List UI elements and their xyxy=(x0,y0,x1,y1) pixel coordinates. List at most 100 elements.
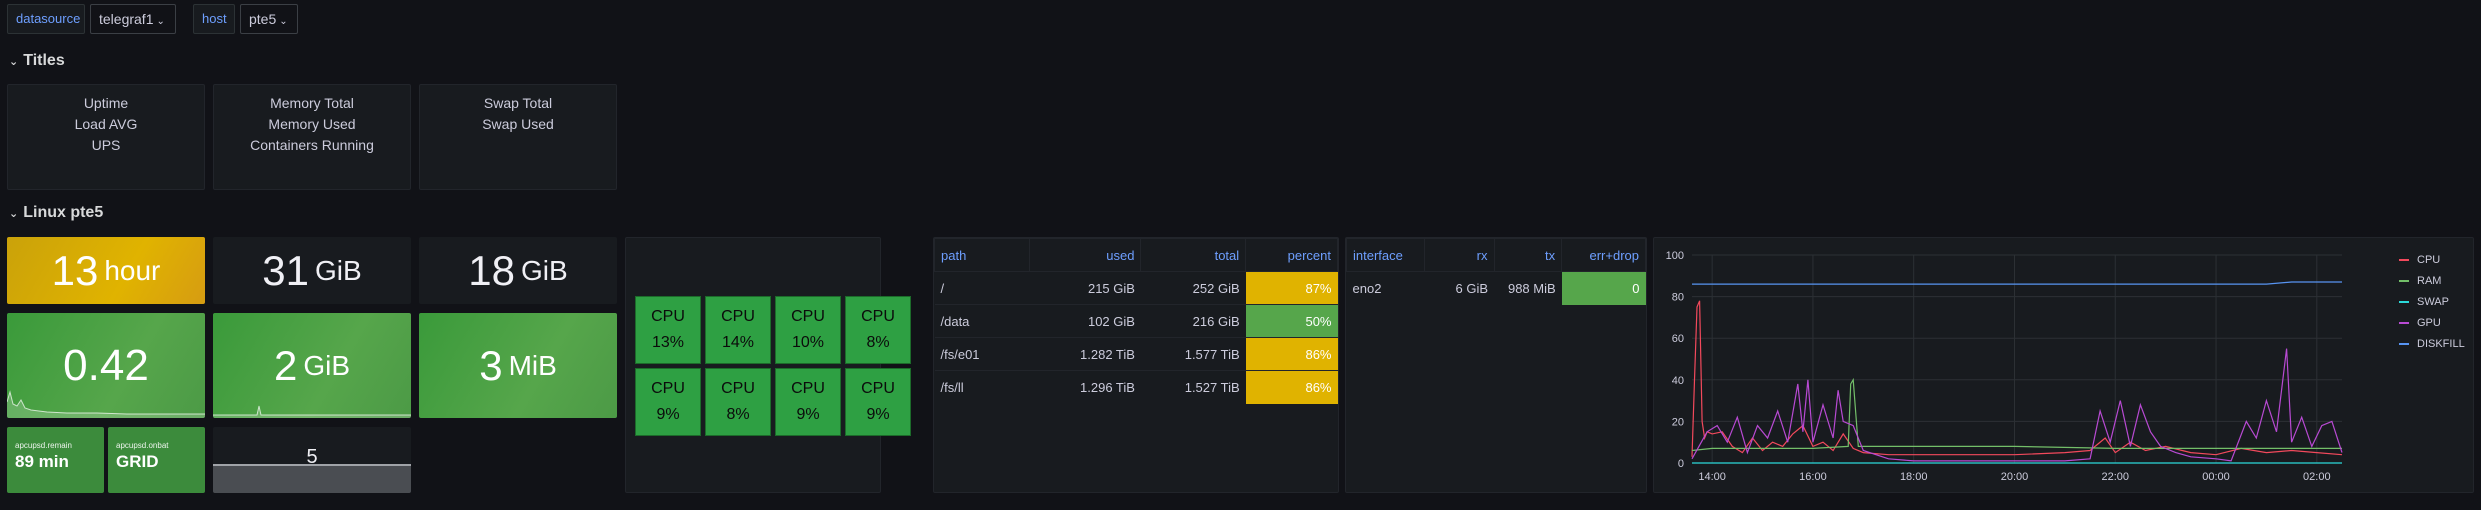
y-tick-label: 20 xyxy=(1672,416,1684,428)
stat-swap-used[interactable]: 3 MiB xyxy=(419,313,617,418)
cell-path: /data xyxy=(934,304,1030,338)
cell-tx: 988 MiB xyxy=(1494,271,1562,305)
cell-total: 252 GiB xyxy=(1140,271,1246,305)
ups-remain-label: apcupsd.remain xyxy=(15,441,72,450)
cpu-cell: CPU 9% xyxy=(635,368,701,436)
stat-memory-used-value: 2 xyxy=(273,341,298,389)
column-header-used[interactable]: used xyxy=(1028,238,1142,272)
title-ups: UPS xyxy=(91,137,121,153)
cpu-cell-label: CPU xyxy=(791,380,825,397)
legend-item-gpu[interactable]: GPU xyxy=(2399,317,2441,329)
disk-table-panel[interactable]: path used total percent /215 GiB 252 GiB 8… xyxy=(933,237,1339,493)
title-memory-used: Memory Used xyxy=(268,116,356,132)
column-header-rx[interactable]: rx xyxy=(1423,238,1495,272)
cell-used: 215 GiB xyxy=(1029,271,1141,305)
chart-legend: CPU RAM SWAP GPU DISKFILL xyxy=(2399,254,2473,374)
datasource-label: datasource xyxy=(7,4,85,34)
stat-memory-used[interactable]: 2 GiB xyxy=(213,313,411,418)
stat-ups-remain[interactable]: apcupsd.remain 89 min xyxy=(7,427,104,493)
stat-load-value: 0.42 xyxy=(63,340,149,390)
title-containers-running: Containers Running xyxy=(250,137,374,153)
network-table-panel[interactable]: interface rx tx err+drop eno2 6 GiB 988 … xyxy=(1345,237,1647,493)
datasource-select[interactable]: telegraf1 ⌄ xyxy=(90,4,176,34)
cell-used: 102 GiB xyxy=(1029,304,1141,338)
cpu-cell: CPU 9% xyxy=(775,368,841,436)
timeseries-panel[interactable]: 0 20 40 60 80 100 14:00 16:00 18:00 20:00 22:00 00:… xyxy=(1653,237,2474,493)
column-header-interface[interactable]: interface xyxy=(1346,238,1425,272)
stat-ups-onbat[interactable]: apcupsd.onbat GRID xyxy=(108,427,205,493)
host-select[interactable]: pte5 ⌄ xyxy=(240,4,298,34)
cell-total: 1.577 TiB xyxy=(1140,337,1246,371)
cpu-cell-value: 9% xyxy=(866,406,890,423)
x-tick-label: 00:00 xyxy=(2202,471,2230,483)
cell-percent: 87% xyxy=(1245,271,1338,305)
cell-path: /fs/e01 xyxy=(934,337,1030,371)
memory-sparkline xyxy=(213,405,411,418)
cpu-cell: CPU 10% xyxy=(775,296,841,364)
cell-interface: eno2 xyxy=(1346,271,1425,305)
legend-label: SWAP xyxy=(2417,296,2449,308)
cpu-cell: CPU 14% xyxy=(705,296,771,364)
cpu-cell-value: 13% xyxy=(651,334,685,351)
title-load-avg: Load AVG xyxy=(74,116,138,132)
row-linux[interactable]: ⌄ Linux pte5 xyxy=(9,204,103,222)
stat-swap-total[interactable]: 18 GiB xyxy=(419,237,617,304)
cpu-cell-label: CPU xyxy=(861,380,895,397)
cell-path: / xyxy=(934,271,1030,305)
x-tick-label: 02:00 xyxy=(2303,471,2331,483)
y-tick-label: 100 xyxy=(1666,250,1684,262)
x-tick-label: 22:00 xyxy=(2101,471,2129,483)
stat-containers-running[interactable]: 5 xyxy=(213,427,411,493)
cell-total: 216 GiB xyxy=(1140,304,1246,338)
row-titles[interactable]: ⌄ Titles xyxy=(9,52,65,70)
load-sparkline xyxy=(7,390,205,418)
series-line-diskfill xyxy=(1692,281,2342,285)
stat-swap-used-unit: MiB xyxy=(508,349,557,381)
table-row: /fs/ll 1.296 TiB 1.527 TiB 86% xyxy=(934,370,1338,404)
stat-memory-used-unit: GiB xyxy=(303,349,351,381)
cpu-cell-label: CPU xyxy=(861,308,895,325)
cell-percent: 86% xyxy=(1245,337,1338,371)
table-row: /fs/e01 1.282 TiB 1.577 TiB 86% xyxy=(934,337,1338,371)
cpu-cell: CPU 8% xyxy=(705,368,771,436)
chevron-down-icon: ⌄ xyxy=(9,208,19,220)
host-value: pte5 xyxy=(249,11,277,27)
legend-label: GPU xyxy=(2417,317,2441,329)
table-row: /215 GiB 252 GiB 87% xyxy=(934,271,1338,305)
column-header-tx[interactable]: tx xyxy=(1493,238,1563,272)
stat-memory-total-value: 31 xyxy=(262,246,310,294)
legend-item-cpu[interactable]: CPU xyxy=(2399,254,2440,266)
legend-swatch xyxy=(2399,322,2409,325)
cpu-cell-value: 9% xyxy=(796,406,820,423)
stat-uptime[interactable]: 13 hour xyxy=(7,237,205,304)
timeseries-chart: 0 20 40 60 80 100 14:00 16:00 18:00 20:00 22:00 00:… xyxy=(1666,250,2343,483)
legend-item-diskfill[interactable]: DISKFILL xyxy=(2399,338,2465,350)
stat-memory-total-unit: GiB xyxy=(315,254,362,286)
containers-value: 5 xyxy=(306,446,318,468)
ups-onbat-value: GRID xyxy=(116,452,159,471)
cpu-grid-panel[interactable]: CPU 13% CPU 14% CPU 10% CPU 8% CPU 9% CPU 8% CPU 9% CP… xyxy=(625,237,911,493)
title-panel-memory: Memory Total Memory Used Containers Runn… xyxy=(213,84,411,190)
x-tick-label: 14:00 xyxy=(1698,471,1726,483)
legend-item-swap[interactable]: SWAP xyxy=(2399,296,2449,308)
legend-item-ram[interactable]: RAM xyxy=(2399,275,2441,287)
stat-uptime-unit: hour xyxy=(104,254,161,286)
stat-uptime-value: 13 xyxy=(51,246,99,294)
cpu-cell: CPU 13% xyxy=(635,296,701,364)
cell-rx: 6 GiB xyxy=(1424,271,1494,305)
column-header-total[interactable]: total xyxy=(1140,238,1247,272)
series-line-gpu xyxy=(1691,348,2343,462)
stat-swap-total-unit: GiB xyxy=(521,254,568,286)
cell-total: 1.527 TiB xyxy=(1140,370,1246,404)
stat-load-avg[interactable]: 0.42 xyxy=(7,313,205,418)
legend-label: RAM xyxy=(2417,275,2442,287)
stat-memory-total[interactable]: 31 GiB xyxy=(213,237,411,304)
column-header-errdrop[interactable]: err+drop xyxy=(1561,238,1646,272)
column-header-path[interactable]: path xyxy=(934,238,1030,272)
table-row: /data 102 GiB 216 GiB 50% xyxy=(934,304,1338,338)
cpu-cell-label: CPU xyxy=(721,380,755,397)
cpu-cell-label: CPU xyxy=(721,308,755,325)
column-header-percent[interactable]: percent xyxy=(1245,238,1338,272)
title-swap-used: Swap Used xyxy=(482,116,554,132)
chevron-down-icon: ⌄ xyxy=(9,56,19,68)
